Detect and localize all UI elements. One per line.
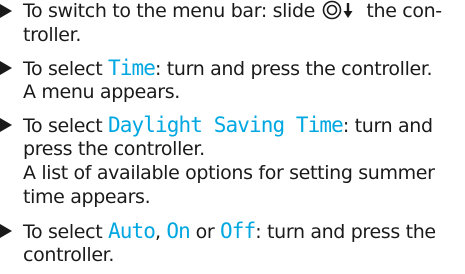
controller-slide-down-icon [322,0,353,20]
step-line: To switch to the menu bar: slide the con… [23,0,442,22]
bullet-icon [0,61,12,75]
option-on: On [166,219,190,243]
step-line: press the controller. [23,138,205,160]
menu-item-time: Time [108,56,156,80]
option-off: Off [220,219,256,243]
instruction-list: To switch to the menu bar: slide the con… [0,0,465,274]
step-line: controller. [23,244,115,266]
step-line: A list of available options for setting … [23,162,435,184]
bullet-icon [0,4,12,18]
menu-item-daylight-saving-time: Daylight Saving Time [108,113,344,137]
step-line: troller. [23,24,82,46]
option-auto: Auto [108,219,156,243]
step-line: time appears. [23,186,151,208]
step-line: To select Time: turn and press the contr… [23,56,433,80]
step-line: To select Auto, On or Off: turn and pres… [23,219,436,243]
bullet-icon [0,224,12,238]
step-line: A menu appears. [23,81,180,103]
bullet-icon [0,118,12,132]
step-line: To select Daylight Saving Time: turn and [23,113,433,137]
